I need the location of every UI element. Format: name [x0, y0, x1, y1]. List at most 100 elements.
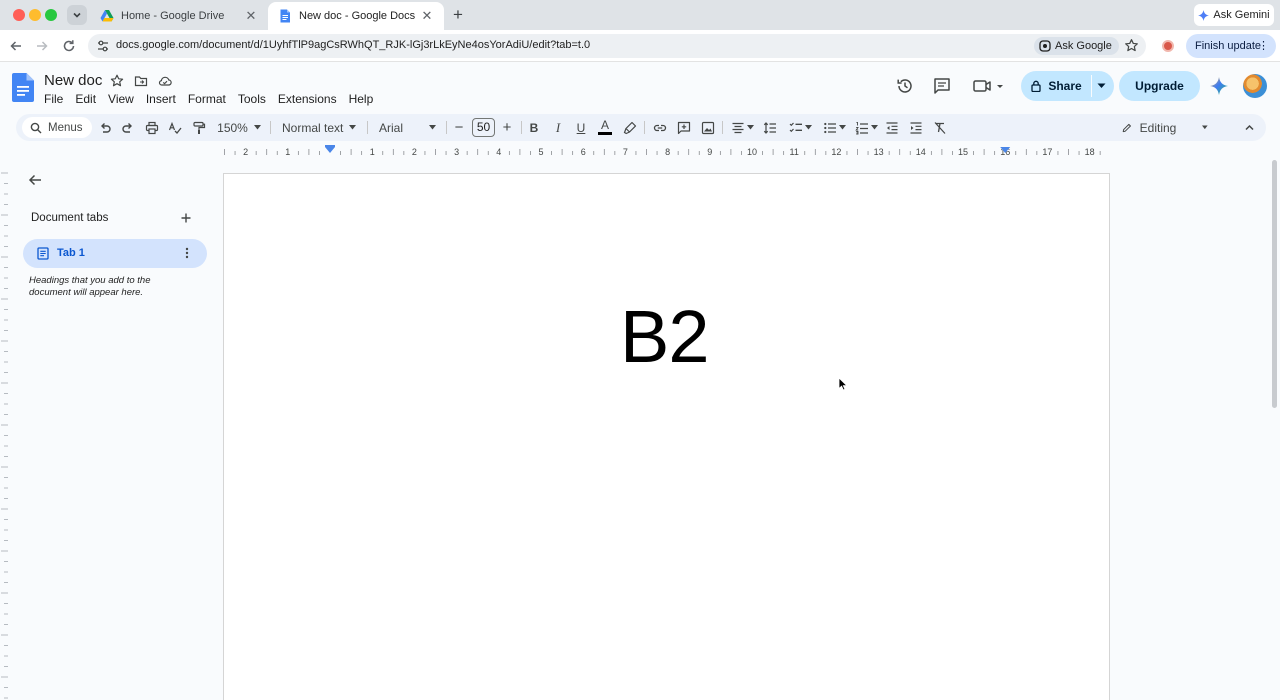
- line-spacing-button[interactable]: [762, 114, 778, 141]
- insert-image-button[interactable]: [700, 114, 716, 141]
- toolbar-divider: [270, 121, 271, 134]
- caret-down-icon[interactable]: [1097, 83, 1106, 89]
- numbered-list-select[interactable]: [852, 114, 880, 141]
- ask-google-button[interactable]: Ask Google: [1034, 37, 1119, 55]
- menu-view[interactable]: View: [102, 91, 140, 107]
- numbered-list-icon: [854, 121, 868, 134]
- highlight-color-button[interactable]: [622, 114, 638, 141]
- meet-video-icon[interactable]: [972, 76, 1006, 96]
- decrease-indent-icon: [886, 121, 898, 134]
- clear-formatting-button[interactable]: [932, 114, 948, 141]
- tab-google-docs[interactable]: New doc - Google Docs ✕: [268, 2, 444, 30]
- menu-edit[interactable]: Edit: [69, 91, 102, 107]
- menu-insert[interactable]: Insert: [140, 91, 182, 107]
- minimize-window-button[interactable]: [29, 9, 41, 21]
- font-select[interactable]: Arial: [374, 114, 440, 141]
- italic-button[interactable]: I: [550, 114, 566, 141]
- site-settings-icon[interactable]: [96, 39, 110, 53]
- menu-format[interactable]: Format: [182, 91, 232, 107]
- mouse-pointer-icon: [838, 377, 848, 391]
- browser-tab-bar: Home - Google Drive ✕ New doc - Google D…: [0, 0, 1280, 30]
- ruler-label: 5: [538, 147, 543, 157]
- document-page[interactable]: B2: [223, 173, 1110, 700]
- caret-down-icon: [349, 125, 357, 130]
- share-button[interactable]: Share: [1021, 71, 1114, 101]
- close-tab-button[interactable]: ✕: [244, 8, 258, 24]
- more-options-icon[interactable]: [181, 246, 193, 260]
- insert-link-button[interactable]: [652, 114, 668, 141]
- font-size-input[interactable]: 50: [472, 118, 495, 137]
- sidebar-tab-item[interactable]: Tab 1: [23, 239, 207, 268]
- finish-update-button[interactable]: Finish update ⋮: [1186, 34, 1276, 58]
- bulleted-list-select[interactable]: [820, 114, 848, 141]
- menu-file[interactable]: File: [38, 91, 69, 107]
- bookmark-star-icon[interactable]: [1124, 38, 1139, 53]
- close-tab-button[interactable]: ✕: [420, 8, 434, 24]
- redo-button[interactable]: [119, 114, 137, 141]
- close-window-button[interactable]: [13, 9, 25, 21]
- back-arrow-icon[interactable]: [27, 172, 43, 188]
- menus-search-button[interactable]: Menus: [22, 117, 92, 138]
- plus-icon[interactable]: [179, 211, 193, 225]
- maximize-window-button[interactable]: [45, 9, 57, 21]
- reload-icon[interactable]: [61, 38, 77, 54]
- tab-search-button[interactable]: [67, 5, 87, 25]
- browser-menu-icon[interactable]: ⋮: [1258, 39, 1269, 52]
- tab-title: New doc - Google Docs: [299, 10, 416, 22]
- menu-tools[interactable]: Tools: [232, 91, 272, 107]
- new-tab-button[interactable]: +: [449, 5, 467, 25]
- vertical-scrollbar[interactable]: [1272, 160, 1277, 408]
- bold-button[interactable]: B: [526, 114, 542, 141]
- toolbar-divider: [644, 121, 645, 134]
- increase-font-size-button[interactable]: +: [500, 114, 514, 141]
- increase-indent-button[interactable]: [908, 114, 924, 141]
- text-color-button[interactable]: A: [597, 114, 613, 141]
- google-docs-logo-icon[interactable]: [12, 73, 34, 102]
- comment-icon[interactable]: [932, 76, 952, 96]
- undo-icon: [101, 122, 111, 133]
- toolbar-divider: [722, 121, 723, 134]
- document-title[interactable]: New doc: [44, 72, 102, 89]
- print-icon: [145, 121, 159, 134]
- align-select[interactable]: [728, 114, 756, 141]
- google-docs-icon: [280, 9, 290, 23]
- zoom-select[interactable]: 150%: [214, 114, 264, 141]
- ask-gemini-button[interactable]: Ask Gemini: [1194, 4, 1274, 26]
- cloud-saved-icon[interactable]: [158, 74, 172, 88]
- star-icon[interactable]: [110, 74, 124, 88]
- ask-google-label: Ask Google: [1055, 40, 1112, 52]
- gemini-icon[interactable]: [1209, 76, 1229, 96]
- decrease-indent-button[interactable]: [884, 114, 900, 141]
- paint-format-button[interactable]: [190, 114, 208, 141]
- extension-icon[interactable]: [1162, 40, 1174, 52]
- hide-menus-button[interactable]: [1240, 114, 1258, 141]
- tab-google-drive[interactable]: Home - Google Drive ✕: [90, 2, 268, 30]
- add-comment-button[interactable]: [676, 114, 692, 141]
- horizontal-ruler[interactable]: 21123456789101112131415161718: [222, 145, 1110, 161]
- chevron-up-icon: [1244, 124, 1254, 131]
- undo-button[interactable]: [96, 114, 114, 141]
- upgrade-button[interactable]: Upgrade: [1119, 71, 1200, 101]
- version-history-icon[interactable]: [895, 76, 915, 96]
- spellcheck-button[interactable]: [166, 114, 184, 141]
- url-bar[interactable]: docs.google.com/document/d/1UyhfTlP9agCs…: [88, 34, 1146, 58]
- ruler-label: 2: [412, 147, 417, 157]
- menu-help[interactable]: Help: [343, 91, 380, 107]
- editing-mode-select[interactable]: Editing: [1122, 114, 1216, 141]
- left-indent-marker: [325, 147, 335, 153]
- document-body-text[interactable]: B2: [620, 294, 710, 379]
- checklist-select[interactable]: [786, 114, 814, 141]
- vertical-ruler[interactable]: [0, 165, 10, 700]
- checklist-icon: [789, 122, 802, 132]
- back-arrow-icon[interactable]: [8, 38, 24, 54]
- forward-arrow-icon[interactable]: [34, 38, 50, 54]
- decrease-font-size-button[interactable]: −: [452, 114, 466, 141]
- share-main-button[interactable]: Share: [1021, 71, 1091, 101]
- ruler-label: 18: [1085, 147, 1095, 157]
- account-avatar[interactable]: [1243, 74, 1267, 98]
- menu-extensions[interactable]: Extensions: [272, 91, 343, 107]
- paragraph-style-select[interactable]: Normal text: [278, 114, 360, 141]
- underline-button[interactable]: U: [573, 114, 589, 141]
- print-button[interactable]: [143, 114, 161, 141]
- move-folder-icon[interactable]: [134, 74, 148, 88]
